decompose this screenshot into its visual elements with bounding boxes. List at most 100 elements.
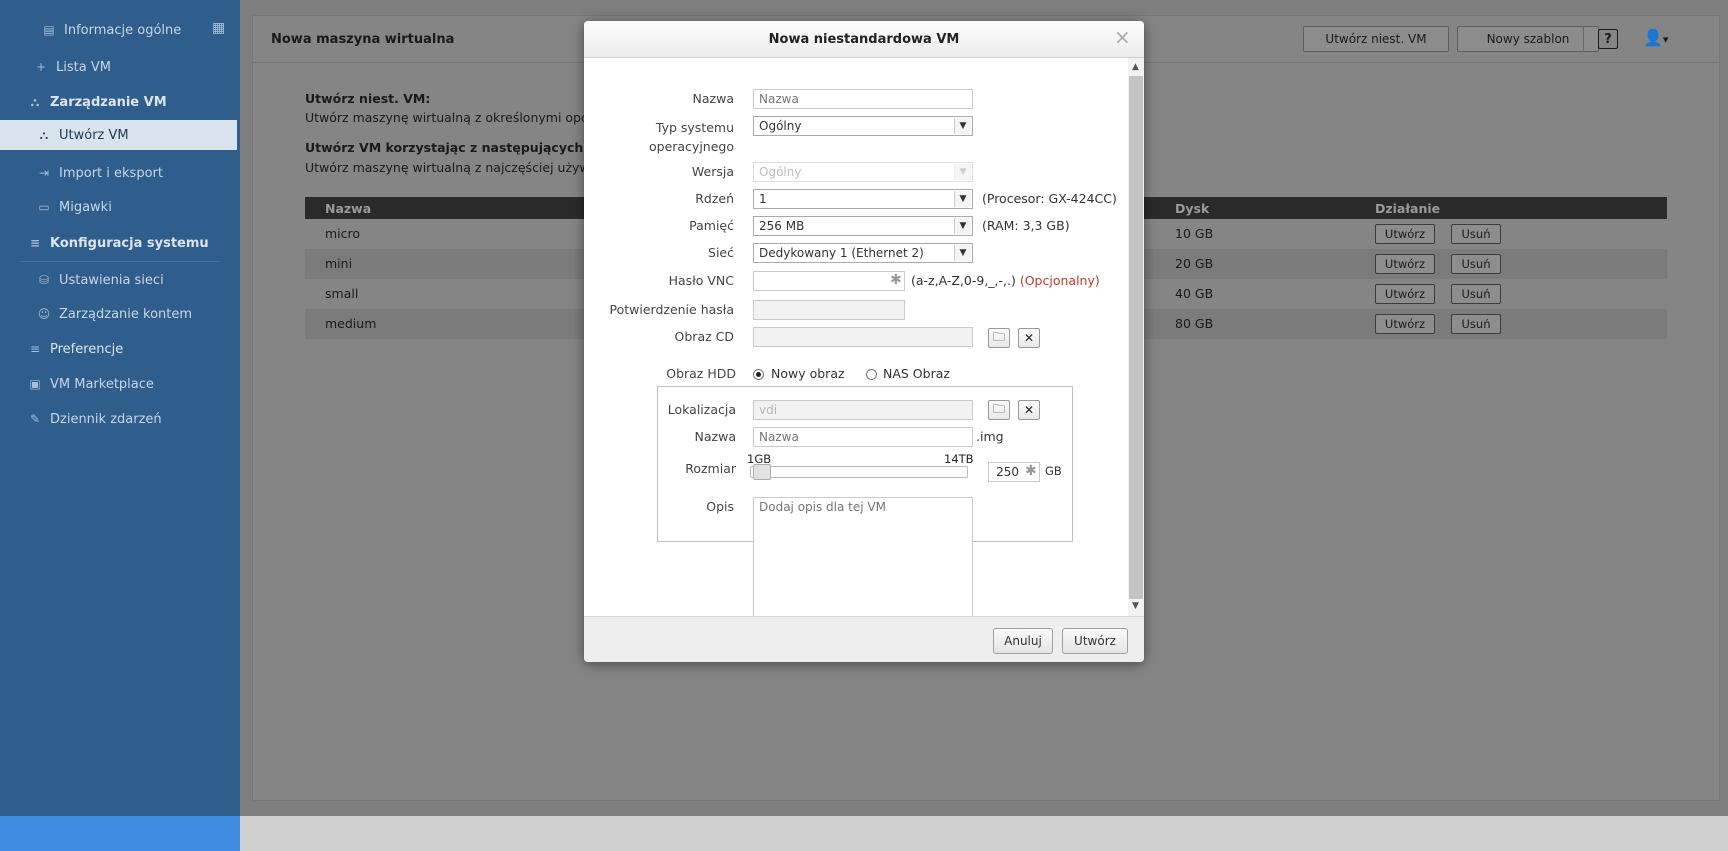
- core-label: Rdzeń: [695, 191, 734, 206]
- sidebar-item-create-vm[interactable]: ⛬ Utwórz VM: [0, 120, 237, 150]
- asterisk-icon: ✱: [1025, 463, 1037, 479]
- sidebar: ▦ ▤ Informacje ogólne + Lista VM ⛬ Zarzą…: [0, 0, 240, 851]
- preferences-icon: ≡: [29, 342, 41, 356]
- new-template-button[interactable]: Nowy szablon: [1457, 26, 1599, 52]
- hdd-image-label: Obraz HDD: [666, 366, 736, 381]
- template-name: mini: [325, 256, 353, 271]
- location-input[interactable]: [753, 400, 973, 420]
- selected-value: Ogólny: [759, 119, 802, 133]
- delete-template-button[interactable]: Usuń: [1451, 224, 1501, 244]
- vm-name-input[interactable]: [753, 89, 973, 109]
- sidebar-item-import-export[interactable]: ⇥ Import i eksport: [0, 158, 240, 188]
- clear-location-button[interactable]: ✕: [1018, 400, 1040, 420]
- sidebar-item-event-log[interactable]: ✎ Dziennik zdarzeń: [0, 404, 240, 434]
- size-slider-track[interactable]: [750, 466, 968, 478]
- core-select[interactable]: 1 ▼: [753, 189, 973, 209]
- help-button[interactable]: ?: [1598, 29, 1618, 49]
- close-icon: ✕: [1023, 331, 1035, 345]
- cd-image-input[interactable]: [753, 327, 973, 347]
- sidebar-item-label: Informacje ogólne: [64, 22, 182, 38]
- sidebar-item-accounts[interactable]: ☺ Zarządzanie kontem: [0, 299, 240, 329]
- sidebar-item-label: Utwórz VM: [59, 127, 129, 143]
- create-custom-vm-button[interactable]: Utwórz niest. VM: [1303, 26, 1449, 52]
- chevron-down-icon: ▼: [954, 191, 971, 207]
- sidebar-item-overview[interactable]: ▤ Informacje ogólne: [0, 15, 240, 45]
- sidebar-item-preferences[interactable]: ≡ Preferencje: [0, 334, 240, 364]
- vnc-password-input[interactable]: [753, 271, 905, 291]
- column-header: Dysk: [1175, 201, 1210, 216]
- slider-max-label: 14TB: [944, 452, 974, 466]
- create-button[interactable]: Utwórz: [1062, 628, 1128, 654]
- size-slider-handle[interactable]: [753, 464, 772, 480]
- create-template-vm-button[interactable]: Utwórz: [1375, 284, 1435, 304]
- memory-select[interactable]: 256 MB ▼: [753, 216, 973, 236]
- template-disk: 20 GB: [1175, 256, 1214, 271]
- create-template-vm-button[interactable]: Utwórz: [1375, 314, 1435, 334]
- new-image-radio[interactable]: [753, 369, 764, 380]
- selected-value: Ogólny: [759, 165, 802, 179]
- chevron-down-icon: ▼: [954, 218, 971, 234]
- folder-icon: 🗀: [992, 329, 1005, 344]
- template-name: medium: [325, 316, 377, 331]
- new-image-label: Nowy obraz: [771, 366, 845, 381]
- dialog-title: Nowa niestandardowa VM: [768, 32, 960, 47]
- sidebar-item-label: Zarządzanie VM: [50, 94, 167, 110]
- overview-icon: ▤: [43, 23, 55, 37]
- folder-icon: 🗀: [992, 401, 1005, 416]
- version-label: Wersja: [691, 164, 734, 179]
- selected-value: 1: [759, 192, 767, 206]
- sidebar-item-vm-list[interactable]: + Lista VM: [0, 52, 240, 82]
- nas-image-radio[interactable]: [866, 369, 877, 380]
- os-type-label: Typ systemu operacyjnego: [648, 120, 734, 154]
- column-header: Działanie: [1375, 201, 1441, 216]
- dialog-body: Nazwa Typ systemu operacyjnego Ogólny ▼ …: [584, 58, 1128, 616]
- create-template-vm-button[interactable]: Utwórz: [1375, 254, 1435, 274]
- selected-value: 256 MB: [759, 219, 805, 233]
- cpu-hint: (Procesor: GX-424CC): [982, 191, 1117, 206]
- browse-cd-button[interactable]: 🗀: [988, 328, 1010, 348]
- chevron-down-icon: ▼: [954, 118, 971, 134]
- location-label: Lokalizacja: [667, 402, 736, 417]
- cd-image-label: Obraz CD: [674, 329, 734, 344]
- template-name: small: [325, 286, 359, 301]
- create-template-vm-button[interactable]: Utwórz: [1375, 224, 1435, 244]
- template-name: micro: [325, 226, 361, 241]
- scroll-down-icon[interactable]: ▼: [1132, 601, 1139, 611]
- sidebar-item-marketplace[interactable]: ▣ VM Marketplace: [0, 369, 240, 399]
- sidebar-item-label: Konfiguracja systemu: [50, 235, 209, 251]
- hdd-name-input[interactable]: [753, 427, 973, 447]
- vm-management-icon: ⛬: [30, 95, 40, 109]
- delete-template-button[interactable]: Usuń: [1451, 284, 1501, 304]
- network-label: Sieć: [708, 245, 734, 260]
- ram-hint: (RAM: 3,3 GB): [982, 218, 1070, 233]
- template-heading: Utwórz VM korzystając z następujących sz…: [305, 140, 611, 155]
- plus-icon: +: [35, 60, 47, 74]
- confirm-password-input[interactable]: [753, 300, 905, 320]
- template-description: Utwórz maszynę wirtualną z najczęściej u…: [305, 160, 598, 175]
- sidebar-item-snapshots[interactable]: ▭ Migawki: [0, 192, 240, 222]
- template-disk: 80 GB: [1175, 316, 1214, 331]
- delete-template-button[interactable]: Usuń: [1451, 254, 1501, 274]
- close-icon[interactable]: ×: [1114, 25, 1131, 49]
- delete-template-button[interactable]: Usuń: [1451, 314, 1501, 334]
- os-type-select[interactable]: Ogólny ▼: [753, 116, 973, 136]
- network-select[interactable]: Dedykowany 1 (Ethernet 2) ▼: [753, 243, 973, 263]
- dialog-footer: Anuluj Utwórz: [584, 616, 1144, 662]
- scroll-up-icon[interactable]: ▲: [1132, 62, 1139, 72]
- sidebar-item-label: Zarządzanie kontem: [59, 306, 193, 322]
- selected-value: Dedykowany 1 (Ethernet 2): [759, 246, 924, 260]
- clear-cd-button[interactable]: ✕: [1018, 328, 1040, 348]
- help-icon: ?: [1604, 31, 1612, 47]
- scrollbar-thumb[interactable]: [1129, 76, 1143, 599]
- sidebar-item-label: Migawki: [59, 199, 112, 215]
- user-menu-button[interactable]: 👤▾: [1643, 28, 1668, 47]
- sidebar-item-network[interactable]: ⛁ Ustawienia sieci: [0, 265, 240, 295]
- sidebar-item-vm-management[interactable]: ⛬ Zarządzanie VM: [0, 87, 240, 117]
- description-textarea[interactable]: [753, 497, 973, 616]
- sidebar-item-system-config[interactable]: ≡ Konfiguracja systemu: [0, 228, 240, 258]
- asterisk-icon: ✱: [890, 272, 902, 288]
- confirm-password-label: Potwierdzenie hasła: [609, 302, 735, 317]
- sidebar-item-label: Import i eksport: [59, 165, 163, 181]
- browse-location-button[interactable]: 🗀: [988, 400, 1010, 420]
- cancel-button[interactable]: Anuluj: [993, 628, 1053, 654]
